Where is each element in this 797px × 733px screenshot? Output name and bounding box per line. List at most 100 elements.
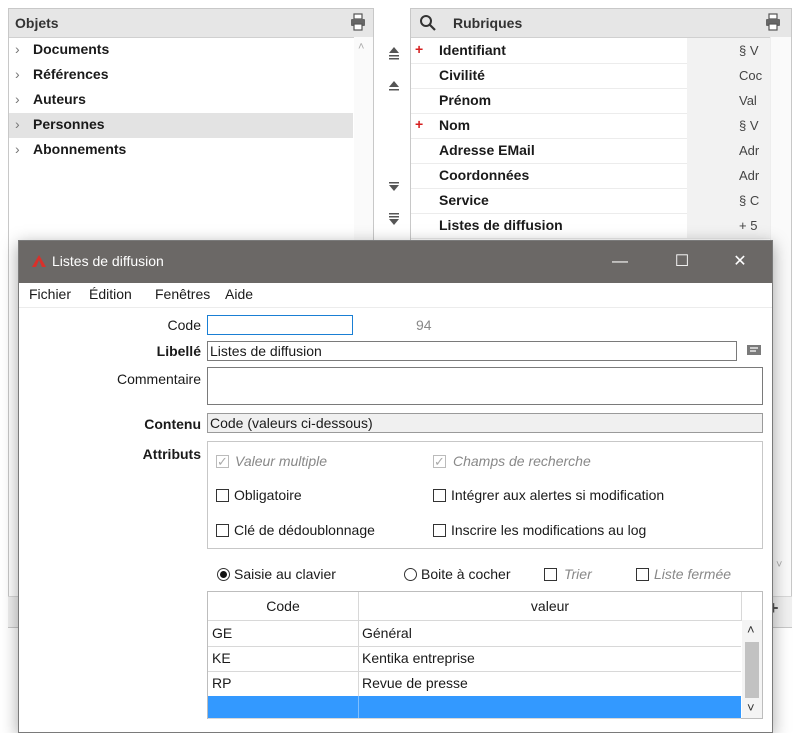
move-up-button[interactable] [384,79,404,99]
cell-valeur: Général [362,625,412,641]
tree-item-label: Références [33,66,109,82]
rubrique-name: Listes de diffusion [439,217,563,233]
code-input[interactable] [207,315,353,335]
rubriques-scrollbar[interactable]: ˅ [770,37,791,627]
menu-fenetres[interactable]: Fenêtres [155,286,210,302]
tree-item-label: Auteurs [33,91,86,107]
tree-item-abonnements[interactable]: › Abonnements [9,138,353,163]
scroll-up-icon[interactable]: ˄ [358,41,364,53]
move-top-icon [389,47,399,60]
rubrique-type: + 5 [737,213,771,238]
check-icon: ✓ [434,454,445,469]
rubrique-name: Coordonnées [439,167,530,183]
dialog-titlebar[interactable]: Listes de diffusion — ☐ ✕ [19,241,772,283]
app-logo-icon [32,255,46,267]
chevron-right-icon: › [15,41,20,57]
scroll-down-icon[interactable]: ˅ [747,700,755,715]
cell-valeur: Revue de presse [362,675,468,691]
menu-aide[interactable]: Aide [225,286,253,302]
trier-checkbox[interactable] [544,568,557,581]
commentaire-input[interactable] [207,367,763,405]
rubrique-row[interactable]: Civilité 54 Coc [411,63,791,89]
inscrire-log-checkbox[interactable] [433,524,446,537]
attributs-label: Attributs [142,446,201,462]
tree-item-label: Documents [33,41,110,57]
rubrique-type: Adr [737,163,771,188]
cle-dedoublonnage-checkbox[interactable] [216,524,229,537]
inscrire-log-label: Inscrire les modifications au log [451,522,647,538]
boite-cocher-radio[interactable] [404,568,417,581]
cell-code: GE [212,625,233,641]
code-label: Code [167,317,201,333]
translate-icon[interactable] [746,343,762,357]
rubrique-type: Coc [737,63,771,88]
saisie-clavier-label: Saisie au clavier [234,566,336,582]
scroll-down-icon[interactable]: ˅ [776,559,782,571]
scroll-up-icon[interactable]: ˄ [747,622,755,637]
tree-item-documents[interactable]: › Documents [9,38,353,63]
close-button[interactable]: ✕ [717,241,763,283]
column-divider [358,671,359,696]
chevron-right-icon: › [15,66,20,82]
tree-item-auteurs[interactable]: › Auteurs [9,88,353,113]
rubrique-row[interactable]: Prénom 24 Val [411,88,791,114]
valeur-multiple-checkbox[interactable]: ✓ [216,455,229,468]
saisie-clavier-radio[interactable] [217,568,230,581]
rubrique-type: § C [737,188,771,213]
move-bottom-button[interactable] [384,212,404,232]
table-row-new[interactable] [208,696,741,719]
printer-icon[interactable] [765,13,781,31]
commentaire-label: Commentaire [116,371,201,387]
table-row[interactable]: GE Général [208,621,741,647]
champs-recherche-label: Champs de recherche [453,453,591,469]
rubrique-row[interactable]: + Identifiant 34 § V [411,38,791,64]
cell-code: RP [212,675,232,691]
chevron-right-icon: › [15,141,20,157]
chevron-right-icon: › [15,116,20,132]
integrer-alertes-checkbox[interactable] [433,489,446,502]
integrer-alertes-label: Intégrer aux alertes si modification [451,487,665,503]
chevron-right-icon: › [15,91,20,107]
move-top-button[interactable] [384,46,404,66]
trier-label: Trier [564,566,592,582]
menubar: Fichier Édition Fenêtres Aide [19,283,772,308]
tree-item-references[interactable]: › Références [9,63,353,88]
rubrique-type: § V [737,113,771,138]
menu-fichier[interactable]: Fichier [29,286,71,302]
rubrique-row[interactable]: + Nom 14 § V [411,113,791,139]
column-header-valeur[interactable]: valeur [359,592,742,621]
libelle-label: Libellé [156,343,201,359]
tree-item-personnes[interactable]: › Personnes [9,113,353,138]
column-divider [358,696,359,718]
rubrique-row[interactable]: Adresse EMail 284 Adr [411,138,791,164]
minimize-button[interactable]: — [597,241,643,283]
table-row[interactable]: RP Revue de presse [208,671,741,697]
scrollbar-thumb[interactable] [745,642,759,698]
move-down-button[interactable] [384,181,404,201]
column-header-code[interactable]: Code [208,592,359,621]
rubrique-name: Civilité [439,67,485,83]
table-scrollbar[interactable]: ˄ ˅ [742,620,762,718]
rubrique-name: Prénom [439,92,492,108]
rubrique-row[interactable]: Coordonnées 154 Adr [411,163,791,189]
obligatoire-checkbox[interactable] [216,489,229,502]
menu-edition[interactable]: Édition [89,286,132,302]
libelle-input[interactable]: Listes de diffusion [207,341,737,361]
cell-valeur: Kentika entreprise [362,650,475,666]
liste-fermee-checkbox[interactable] [636,568,649,581]
rubrique-row[interactable]: Service 164 § C [411,188,791,214]
rubrique-name: Service [439,192,489,208]
printer-icon[interactable] [350,13,366,31]
champs-recherche-checkbox[interactable]: ✓ [433,455,446,468]
rubrique-type: § V [737,38,771,63]
table-row[interactable]: KE Kentika entreprise [208,646,741,672]
rubrique-name: Identifiant [439,42,506,58]
maximize-button[interactable]: ☐ [659,241,705,283]
cle-dedoublonnage-label: Clé de dédoublonnage [234,522,375,538]
rubrique-row[interactable]: Listes de diffusion 94 + 5 [411,213,791,239]
search-icon[interactable] [419,14,437,32]
dialog-title: Listes de diffusion [52,253,164,269]
required-mark: + [415,116,424,132]
contenu-select[interactable]: Code (valeurs ci-dessous) [207,413,763,433]
tree-item-label: Abonnements [33,141,127,157]
